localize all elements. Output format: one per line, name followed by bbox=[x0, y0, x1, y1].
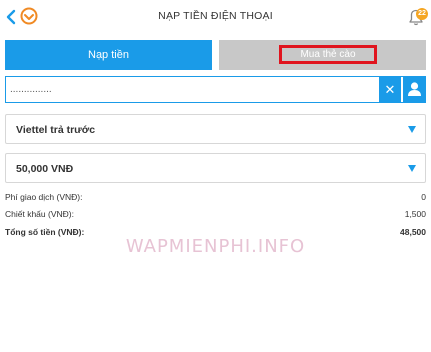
page-title: NẠP TIỀN ĐIỆN THOẠI bbox=[158, 10, 273, 22]
caret-down-icon bbox=[408, 165, 416, 172]
app-header: NẠP TIỀN ĐIỆN THOẠI 22 bbox=[0, 0, 431, 34]
fee-row: Phí giao dịch (VNĐ): 0 bbox=[5, 192, 426, 204]
tab-buy-card-label: Mua thẻ cào bbox=[279, 45, 377, 64]
fee-value: 0 bbox=[421, 192, 426, 202]
caret-down-icon bbox=[408, 126, 416, 133]
notification-badge: 22 bbox=[416, 8, 428, 20]
discount-row: Chiết khấu (VNĐ): 1,500 bbox=[5, 209, 426, 221]
tab-topup-label: Nạp tiền bbox=[88, 49, 129, 61]
phone-number-input[interactable] bbox=[10, 80, 378, 99]
discount-label: Chiết khấu (VNĐ): bbox=[5, 209, 74, 219]
amount-selected-value: 50,000 VNĐ bbox=[16, 163, 74, 175]
contact-icon bbox=[408, 82, 421, 96]
tab-topup[interactable]: Nạp tiền bbox=[5, 40, 212, 70]
tab-buy-card[interactable]: Mua thẻ cào bbox=[219, 40, 426, 70]
close-icon: ✕ bbox=[384, 82, 396, 97]
discount-value: 1,500 bbox=[404, 209, 426, 219]
provider-selected-value: Viettel trả trước bbox=[16, 124, 96, 136]
phone-number-field: ✕ bbox=[5, 76, 426, 103]
contact-button[interactable] bbox=[403, 77, 426, 102]
provider-select[interactable]: Viettel trả trước bbox=[5, 114, 426, 144]
watermark: WAPMIENPHI.INFO bbox=[125, 236, 306, 257]
amount-select[interactable]: 50,000 VNĐ bbox=[5, 153, 426, 183]
clear-button[interactable]: ✕ bbox=[379, 77, 401, 102]
fee-label: Phí giao dịch (VNĐ): bbox=[5, 192, 83, 202]
